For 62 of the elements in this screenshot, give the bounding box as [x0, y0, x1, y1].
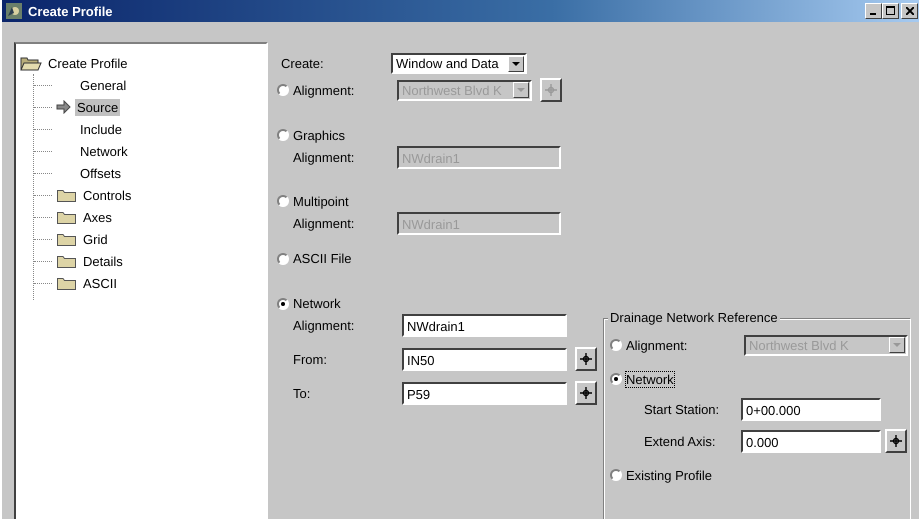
dropdown[interactable]: Window and Data — [391, 53, 527, 74]
option-label: Graphics — [293, 128, 346, 142]
field-label: Alignment: — [293, 216, 356, 230]
field-label: Create: — [281, 56, 325, 71]
radio-button[interactable] — [277, 298, 289, 310]
caret-icon — [517, 88, 525, 92]
radio-button[interactable] — [610, 469, 622, 481]
pick-button[interactable] — [885, 429, 907, 453]
folder-icon — [56, 275, 77, 291]
radio-button[interactable] — [277, 252, 289, 264]
folder-icon — [56, 253, 77, 269]
input-field[interactable]: IN50 — [402, 348, 567, 370]
option-label: Multipoint — [293, 194, 350, 208]
tree-item[interactable]: Details — [81, 252, 125, 270]
crosshair-icon — [545, 84, 557, 96]
tree-item[interactable]: General — [78, 76, 128, 94]
tree-item[interactable]: Offsets — [78, 164, 123, 182]
pick-button[interactable] — [575, 347, 597, 371]
pick-button[interactable] — [575, 381, 597, 405]
crosshair-icon — [580, 387, 592, 399]
field-label: Alignment: — [293, 150, 356, 164]
close-icon — [906, 7, 914, 15]
group-title: Drainage Network Reference — [608, 310, 780, 325]
maximize-icon — [886, 6, 895, 15]
option-label: Alignment: — [293, 82, 356, 98]
option-label: Alignment: — [626, 338, 688, 352]
minimize-button[interactable] — [865, 3, 882, 19]
tree-item[interactable]: ASCII — [81, 274, 119, 292]
field-label: Alignment: — [293, 318, 356, 332]
field-label: Extend Axis: — [644, 434, 717, 448]
input-field[interactable]: NWdrain1 — [402, 314, 567, 336]
field-label: From: — [293, 352, 328, 366]
option-label: Network — [293, 296, 341, 311]
caret-icon — [893, 343, 901, 347]
tree-item[interactable]: Axes — [81, 208, 114, 226]
folder-icon — [56, 187, 77, 203]
tree-item[interactable]: Source — [75, 98, 120, 116]
crosshair-icon — [890, 435, 902, 447]
tree-item[interactable]: Controls — [81, 186, 134, 204]
tree-item[interactable]: Include — [78, 120, 124, 138]
radio-button[interactable] — [610, 373, 622, 385]
crosshair-icon — [580, 353, 592, 365]
maximize-button[interactable] — [882, 3, 899, 19]
input-field[interactable]: 0.000 — [741, 430, 881, 452]
window-title: Create Profile — [28, 4, 113, 18]
close-button[interactable] — [901, 3, 918, 19]
open-folder-icon — [20, 55, 42, 71]
folder-icon — [56, 231, 77, 247]
field-label: Start Station: — [644, 402, 720, 416]
option-label: ASCII File — [293, 251, 353, 266]
folder-icon — [56, 209, 77, 225]
tree-item[interactable]: Create Profile — [46, 54, 130, 72]
caret-icon — [512, 62, 520, 66]
tree-item[interactable]: Grid — [81, 230, 110, 248]
option-label: Existing Profile — [626, 468, 713, 482]
input-field[interactable]: P59 — [402, 382, 567, 404]
tree-item[interactable]: Network — [78, 142, 130, 160]
app-icon — [6, 3, 22, 19]
arrow-icon — [56, 100, 71, 114]
field-label: To: — [293, 386, 312, 400]
input-field[interactable]: 0+00.000 — [741, 398, 881, 420]
option-label: Network — [626, 372, 674, 386]
